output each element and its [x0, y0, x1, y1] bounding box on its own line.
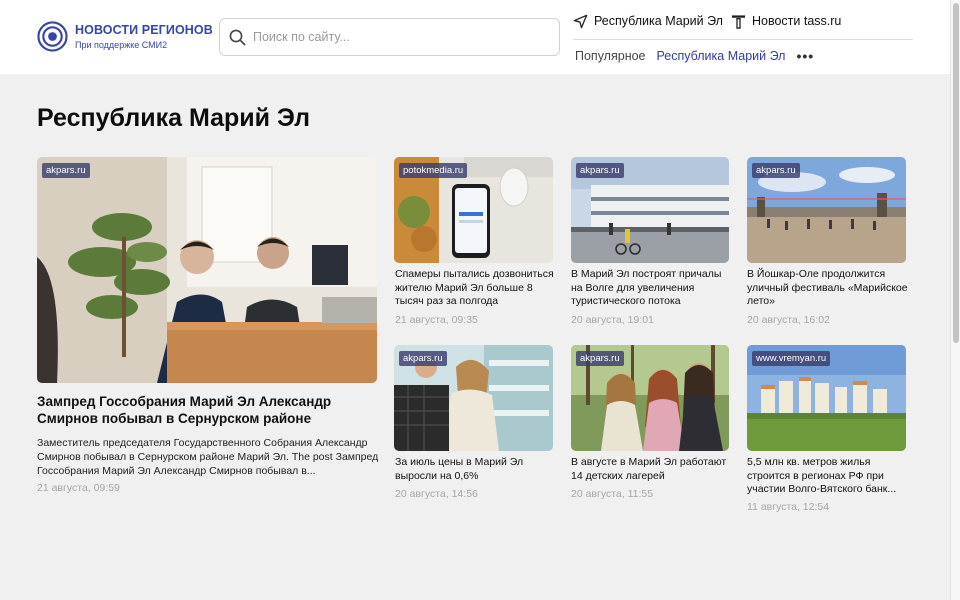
page-scrollbar[interactable] — [950, 0, 960, 600]
logo-title: НОВОСТИ РЕГИОНОВ — [75, 22, 213, 37]
location-link-label: Республика Марий Эл — [594, 14, 723, 28]
lead-article-excerpt: Заместитель председателя Государственног… — [37, 437, 379, 477]
nav-item-mari-el[interactable]: Республика Марий Эл — [657, 49, 786, 63]
news-card-title[interactable]: В Марий Эл построят причалы на Волге для… — [571, 268, 733, 309]
header-divider — [573, 39, 913, 40]
tass-logo-icon — [731, 14, 746, 29]
site-logo[interactable]: НОВОСТИ РЕГИОНОВ При поддержке СМИ2 — [37, 21, 213, 52]
page-title: Республика Марий Эл — [37, 104, 310, 132]
lead-article-image[interactable]: akpars.ru — [37, 157, 377, 383]
scrollbar-thumb[interactable] — [953, 3, 959, 343]
logo-rings-icon — [37, 21, 68, 52]
tass-link[interactable]: Новости tass.ru — [731, 11, 841, 31]
source-badge: akpars.ru — [399, 351, 447, 366]
search-input[interactable] — [253, 30, 543, 44]
news-card-date: 20 августа, 14:56 — [395, 488, 478, 500]
news-card-image[interactable]: www.vremyan.ru — [747, 345, 906, 451]
site-header: НОВОСТИ РЕГИОНОВ При поддержке СМИ2 Респ… — [0, 0, 950, 74]
logo-subtitle: При поддержке СМИ2 — [75, 39, 168, 50]
news-card-image[interactable]: potokmedia.ru — [394, 157, 553, 263]
news-card-date: 20 августа, 16:02 — [747, 314, 830, 326]
news-card-title[interactable]: 5,5 млн кв. метров жилья строится в реги… — [747, 456, 909, 497]
source-badge: akpars.ru — [42, 163, 90, 178]
lead-article-title[interactable]: Зампред Госсобрания Марий Эл Александр С… — [37, 393, 367, 427]
lead-article-date: 21 августа, 09:59 — [37, 482, 120, 494]
news-card-title[interactable]: За июль цены в Марий Эл выросли на 0,6% — [395, 456, 555, 483]
news-card-image[interactable]: akpars.ru — [394, 345, 553, 451]
news-card-title[interactable]: В Йошкар-Оле продолжится уличный фестива… — [747, 268, 909, 309]
news-card-image[interactable]: akpars.ru — [571, 157, 729, 263]
news-card-date: 21 августа, 09:35 — [395, 314, 478, 326]
source-badge: akpars.ru — [576, 163, 624, 178]
tass-link-label: Новости tass.ru — [752, 14, 842, 28]
source-badge: potokmedia.ru — [399, 163, 468, 178]
news-card-date: 20 августа, 19:01 — [571, 314, 654, 326]
source-badge: akpars.ru — [752, 163, 800, 178]
search-box[interactable] — [219, 18, 560, 56]
nav-item-popular[interactable]: Популярное — [575, 49, 646, 63]
news-card-date: 20 августа, 11:55 — [571, 488, 654, 500]
news-card-title[interactable]: В августе в Марий Эл работают 14 детских… — [571, 456, 733, 483]
region-nav: Популярное Республика Марий Эл ••• — [575, 47, 814, 65]
news-card-image[interactable]: akpars.ru — [747, 157, 906, 263]
more-dots-icon[interactable]: ••• — [796, 49, 814, 63]
source-badge: akpars.ru — [576, 351, 624, 366]
news-card-date: 11 августа, 12:54 — [747, 501, 830, 513]
news-card-title[interactable]: Спамеры пытались дозвониться жителю Мари… — [395, 268, 555, 309]
location-arrow-icon — [573, 14, 588, 28]
location-link[interactable]: Республика Марий Эл — [573, 11, 723, 31]
search-icon — [229, 29, 246, 45]
news-card-image[interactable]: akpars.ru — [571, 345, 729, 451]
source-badge: www.vremyan.ru — [752, 351, 831, 366]
